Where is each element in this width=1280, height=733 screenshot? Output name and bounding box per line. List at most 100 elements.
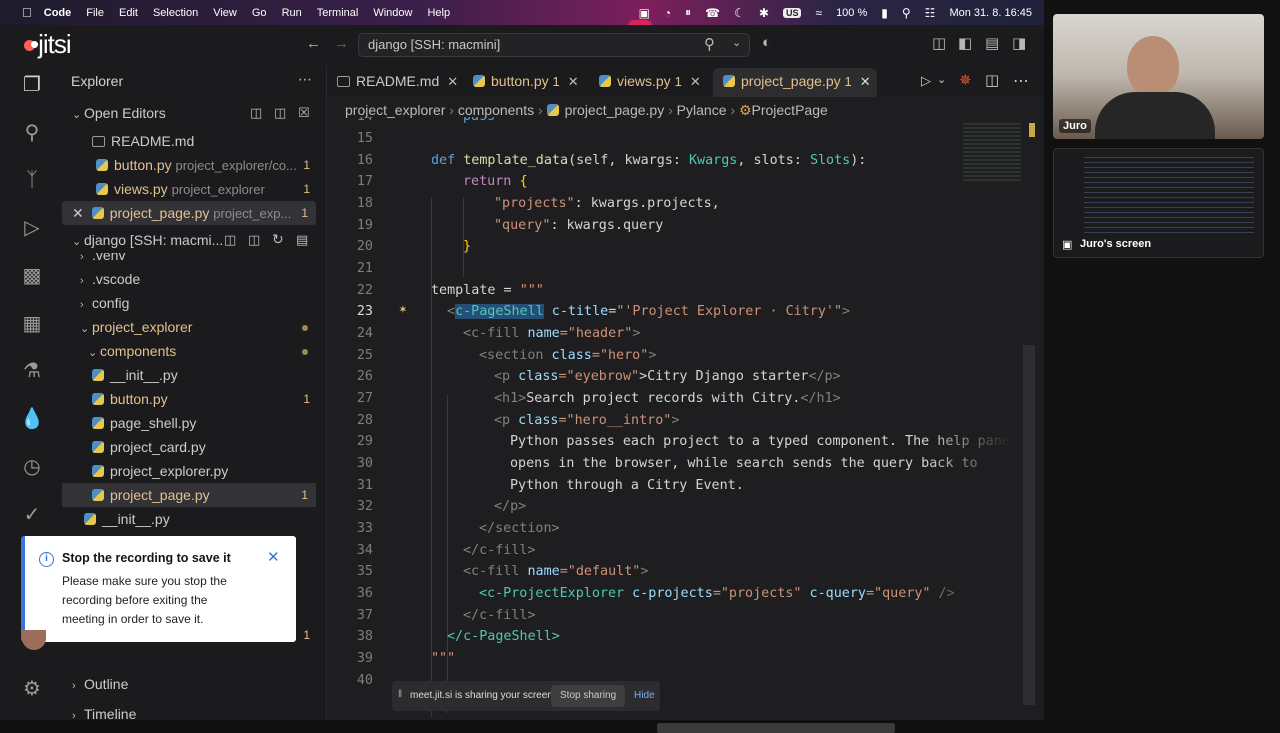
- drag-handle-icon[interactable]: ‖: [398, 689, 402, 700]
- new-folder-icon[interactable]: ◫: [248, 232, 260, 248]
- close-tab-icon[interactable]: ✕: [568, 74, 579, 89]
- tab-readme[interactable]: README.md ✕: [327, 68, 459, 97]
- breadcrumb-item[interactable]: components: [458, 102, 534, 118]
- save-all-icon[interactable]: ◫: [274, 105, 286, 121]
- pause-icon[interactable]: ⏸: [685, 5, 691, 20]
- bluetooth-icon[interactable]: ✱: [759, 6, 769, 20]
- forward-arrow-icon[interactable]: →: [334, 35, 349, 52]
- volume-icon[interactable]: ☎: [705, 6, 720, 20]
- input-source-badge[interactable]: US: [782, 7, 802, 18]
- workspace-header[interactable]: ⌄ django [SSH: macmi...: [62, 228, 326, 252]
- timeline-icon[interactable]: ◷: [18, 453, 46, 481]
- collapse-all-icon[interactable]: ▤: [296, 232, 308, 248]
- toggle-secondary-sidebar-icon[interactable]: ◨: [1012, 34, 1026, 52]
- breadcrumb-item[interactable]: ProjectPage: [752, 102, 828, 118]
- lightbulb-icon[interactable]: ✶: [399, 302, 407, 317]
- menu-go[interactable]: Go: [252, 7, 267, 19]
- accounts-icon[interactable]: ◐: [762, 34, 771, 51]
- copilot-icon[interactable]: ✵: [959, 71, 972, 89]
- control-center-icon[interactable]: ☷: [925, 6, 936, 20]
- drop-icon[interactable]: 💧: [18, 405, 46, 433]
- status-icon[interactable]: ◔: [664, 6, 671, 20]
- open-editor-item[interactable]: views.py project_explorer 1: [62, 177, 326, 201]
- apple-icon[interactable]: : [22, 5, 32, 20]
- breadcrumb-item[interactable]: project_page.py: [565, 102, 665, 118]
- tree-file[interactable]: page_shell.py: [62, 411, 326, 435]
- extensions-icon[interactable]: ▦: [18, 310, 46, 338]
- tree-file[interactable]: project_explorer.py: [62, 459, 326, 483]
- close-tab-icon[interactable]: ✕: [447, 74, 458, 89]
- close-all-icon[interactable]: ☒: [298, 105, 310, 121]
- menu-help[interactable]: Help: [427, 7, 450, 19]
- settings-gear-icon[interactable]: ⚙: [18, 675, 46, 703]
- participant-video[interactable]: Juro: [1053, 14, 1264, 139]
- split-editor-icon[interactable]: ◫: [985, 71, 999, 89]
- menu-terminal[interactable]: Terminal: [317, 7, 359, 19]
- toggle-sidebar-icon[interactable]: ◧: [958, 34, 972, 52]
- tree-file[interactable]: __init__.py: [62, 363, 326, 387]
- battery-percent[interactable]: 100 %: [836, 7, 867, 19]
- stop-sharing-button[interactable]: Stop sharing: [551, 685, 626, 707]
- tab-project-page-py[interactable]: project_page.py 1 ✕: [713, 68, 877, 97]
- breadcrumb-item[interactable]: Pylance: [677, 102, 727, 118]
- menu-edit[interactable]: Edit: [119, 7, 138, 19]
- screen-share-icon[interactable]: ▣: [639, 6, 650, 20]
- minimap[interactable]: [963, 123, 1021, 183]
- menu-app-name[interactable]: Code: [44, 7, 72, 19]
- open-editor-item[interactable]: README.md: [62, 129, 326, 153]
- tree-file[interactable]: __init__.py: [62, 507, 326, 531]
- battery-icon[interactable]: ▮: [881, 6, 888, 20]
- testing-icon[interactable]: ⚗: [18, 357, 46, 385]
- source-control-icon[interactable]: ᛉ: [18, 166, 46, 194]
- horizontal-scrollbar[interactable]: [657, 723, 895, 733]
- tree-folder[interactable]: › config: [62, 291, 326, 315]
- code-editor[interactable]: 14 15 16 17 18 19 20 21 22 23 24 25 26 2…: [327, 117, 1027, 717]
- more-actions-icon[interactable]: ⋯: [298, 71, 312, 88]
- toggle-bottom-panel-icon[interactable]: ▤: [985, 34, 999, 52]
- explorer-icon[interactable]: ❐: [18, 71, 46, 99]
- toggle-panel-icon[interactable]: ◫: [932, 34, 946, 52]
- close-editor-icon[interactable]: ✕: [62, 205, 84, 221]
- vertical-scrollbar[interactable]: [1023, 345, 1035, 705]
- open-editors-header[interactable]: ⌄ Open Editors: [62, 101, 326, 125]
- outline-header[interactable]: › Outline: [62, 672, 326, 696]
- clock[interactable]: Mon 31. 8. 16:45: [949, 7, 1032, 19]
- run-debug-icon[interactable]: ▷: [18, 214, 46, 242]
- check-icon[interactable]: ✓: [18, 501, 46, 529]
- tree-folder[interactable]: ⌄ project_explorer: [62, 315, 326, 339]
- spotlight-icon[interactable]: ⚲: [902, 6, 911, 20]
- moon-icon[interactable]: ☾: [734, 6, 745, 20]
- close-toast-icon[interactable]: ✕: [267, 548, 280, 566]
- tree-file[interactable]: project_card.py: [62, 435, 326, 459]
- menu-run[interactable]: Run: [282, 7, 302, 19]
- tab-button-py[interactable]: button.py 1 ✕: [463, 68, 585, 97]
- search-icon[interactable]: ⚲: [18, 119, 46, 147]
- open-editor-item-active[interactable]: ✕ project_page.py project_exp... 1: [62, 201, 316, 225]
- new-file-icon[interactable]: ◫: [224, 232, 236, 248]
- back-arrow-icon[interactable]: ←: [306, 35, 321, 52]
- tree-folder[interactable]: ⌄ components: [62, 339, 326, 363]
- copilot-chat-icon[interactable]: ⚲: [704, 35, 715, 53]
- chevron-down-icon[interactable]: ⌄: [732, 36, 741, 49]
- tree-file-selected[interactable]: project_page.py 1: [62, 483, 316, 507]
- refresh-icon[interactable]: ↻: [272, 231, 284, 248]
- close-tab-icon[interactable]: ✕: [690, 74, 701, 89]
- more-actions-icon[interactable]: ⋯: [1013, 71, 1029, 91]
- remote-explorer-icon[interactable]: ▩: [18, 262, 46, 290]
- breadcrumb-item[interactable]: project_explorer: [345, 102, 445, 118]
- open-editor-item[interactable]: button.py project_explorer/co... 1: [62, 153, 326, 177]
- menu-window[interactable]: Window: [373, 7, 412, 19]
- menu-file[interactable]: File: [86, 7, 104, 19]
- tree-file[interactable]: button.py 1: [62, 387, 326, 411]
- tab-views-py[interactable]: views.py 1 ✕: [589, 68, 707, 97]
- chevron-down-icon[interactable]: ⌄: [937, 73, 946, 86]
- menu-selection[interactable]: Selection: [153, 7, 198, 19]
- wifi-icon[interactable]: ≈: [815, 6, 822, 20]
- tree-folder[interactable]: › .venv: [62, 253, 326, 267]
- timeline-header[interactable]: › Timeline: [62, 702, 326, 726]
- menu-view[interactable]: View: [213, 7, 237, 19]
- screen-share-thumbnail[interactable]: ▣ Juro's screen: [1053, 148, 1264, 258]
- close-tab-icon[interactable]: ✕: [860, 74, 871, 89]
- hide-sharing-bar-button[interactable]: Hide: [634, 690, 655, 701]
- run-icon[interactable]: ▷: [921, 73, 931, 89]
